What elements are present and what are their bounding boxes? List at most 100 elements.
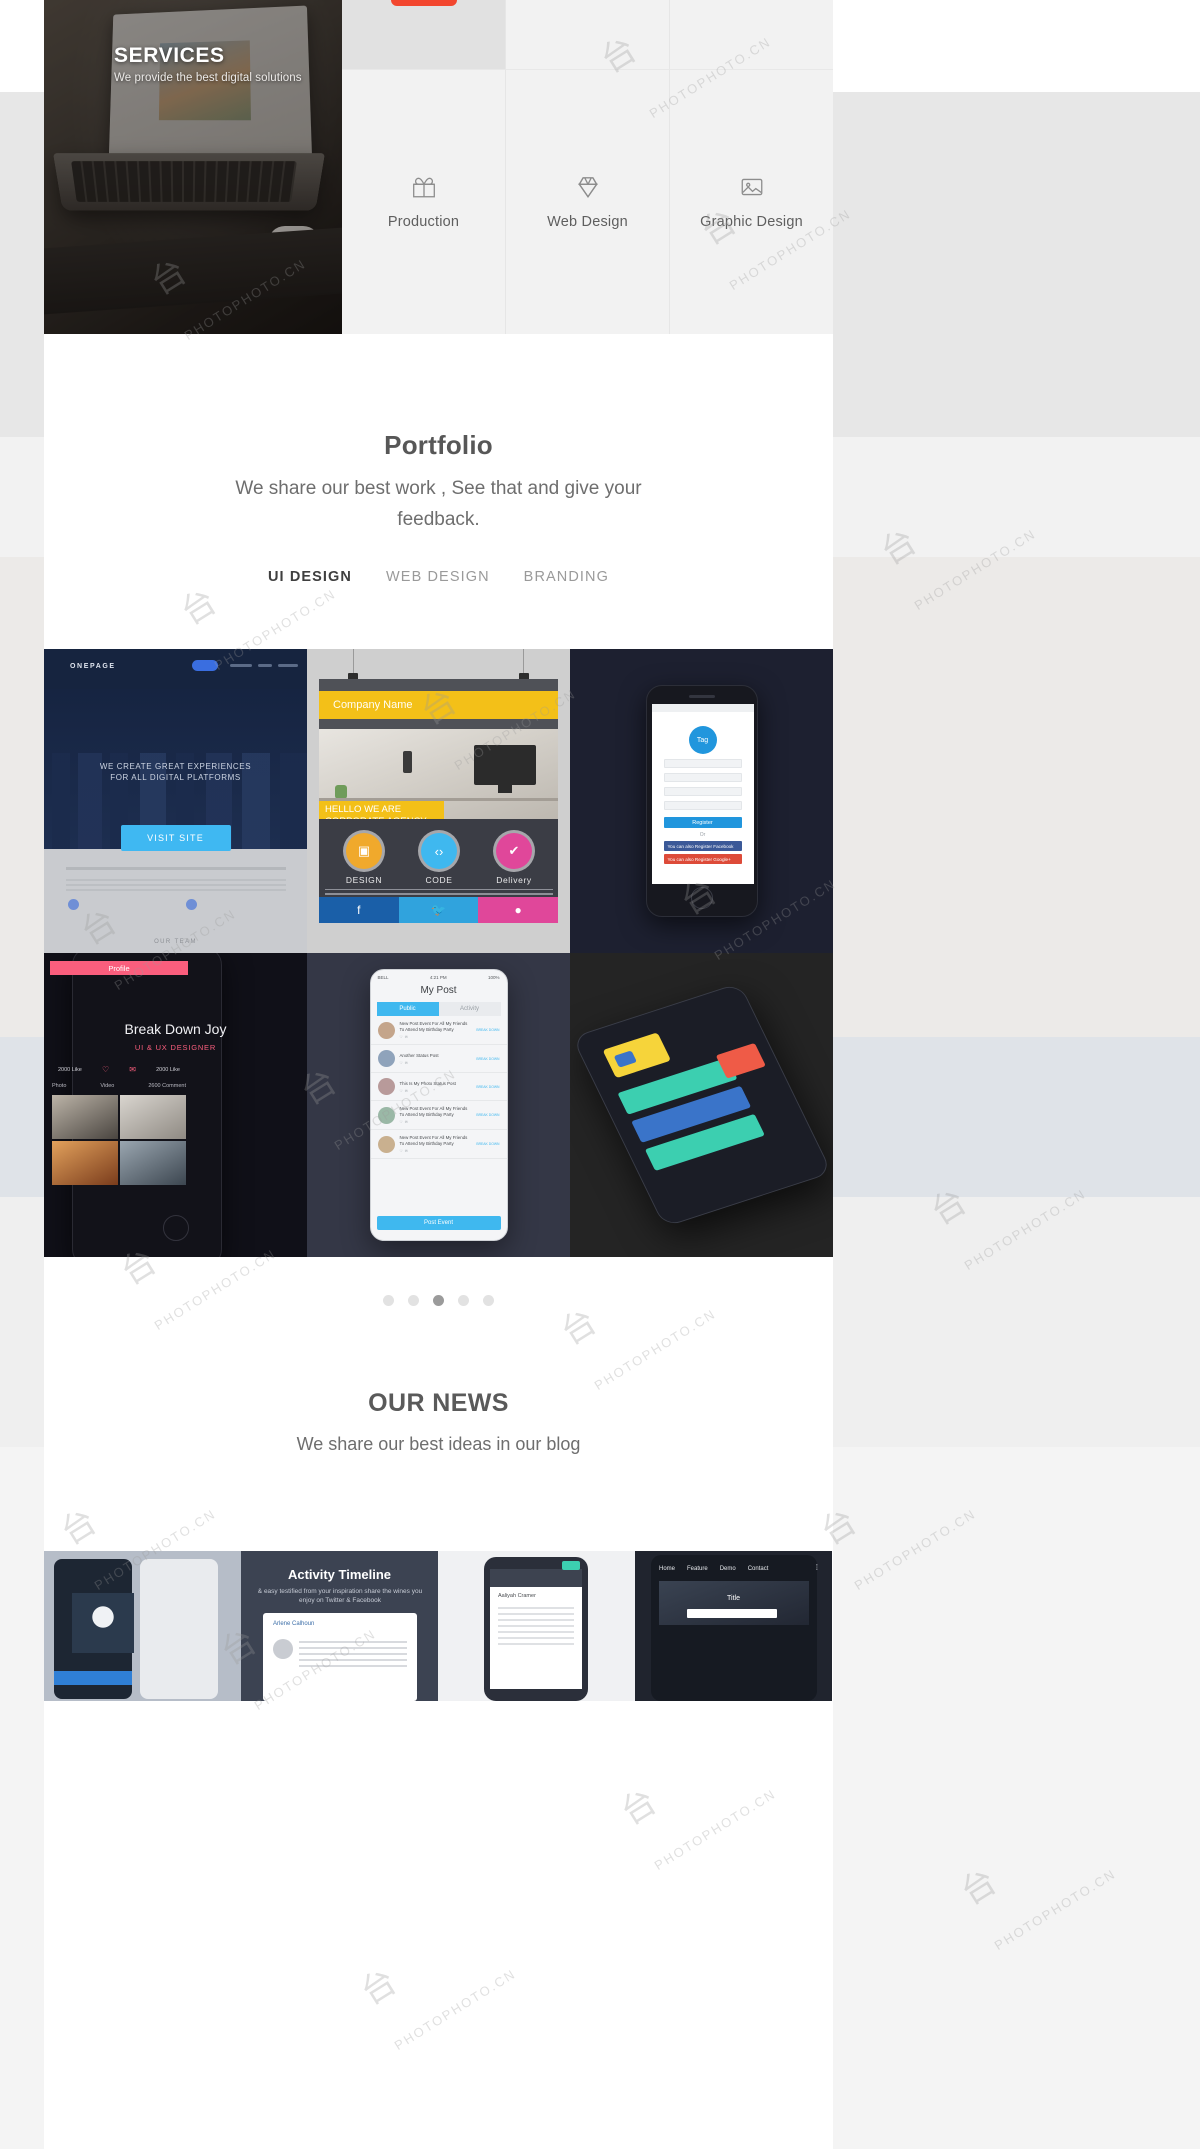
post-event-button[interactable]: Post Event bbox=[376, 1216, 501, 1230]
avatar bbox=[377, 1106, 395, 1124]
post-meta: ♡ ✉ bbox=[399, 1149, 408, 1153]
post-tag: BREAK DOWN bbox=[476, 1142, 500, 1146]
news-card-1[interactable] bbox=[44, 1551, 241, 1701]
news-card-2[interactable]: Activity Timeline & easy testified from … bbox=[241, 1551, 438, 1701]
thumbnail[interactable] bbox=[52, 1095, 118, 1139]
tab-ui-design[interactable]: UI DESIGN bbox=[268, 569, 352, 585]
search-input[interactable] bbox=[687, 1609, 777, 1618]
mock-hero bbox=[659, 1581, 809, 1625]
home-button[interactable] bbox=[162, 1215, 189, 1241]
card-text bbox=[299, 1639, 407, 1667]
facebook-icon[interactable]: f bbox=[319, 897, 399, 923]
menu-demo[interactable]: Demo bbox=[720, 1566, 736, 1572]
register-button[interactable]: Register bbox=[663, 817, 742, 828]
list-item[interactable]: New Post Event For All My Friends To Att… bbox=[370, 1016, 507, 1045]
list-item[interactable]: Another Status Post ♡ ✉ BREAK DOWN bbox=[370, 1045, 507, 1073]
service-card-body: Graphic Design bbox=[670, 70, 833, 334]
mock-headline: WE CREATE GREAT EXPERIENCES FOR ALL DIGI… bbox=[44, 761, 307, 783]
list-item[interactable]: New Post Event For All My Friends To Att… bbox=[370, 1130, 507, 1159]
tab-web-design[interactable]: WEB DESIGN bbox=[386, 569, 490, 585]
hero-text-block: SERVICES We provide the best digital sol… bbox=[114, 44, 302, 84]
carousel-dot[interactable] bbox=[408, 1294, 419, 1306]
menu-contact[interactable]: Contact bbox=[748, 1566, 769, 1572]
tab-video[interactable]: Video bbox=[100, 1083, 114, 1089]
diamond-icon bbox=[575, 174, 601, 200]
page-title: SERVICES bbox=[114, 44, 225, 67]
mock-nav-link bbox=[278, 664, 298, 667]
portfolio-item-corporate-agency[interactable]: Company Name HELLLO WE ARE CORPORATE AGE… bbox=[307, 649, 570, 953]
app-title: My Post bbox=[420, 985, 457, 996]
phone-speaker bbox=[688, 695, 715, 698]
social-bar: f 🐦 ● bbox=[319, 897, 559, 923]
portfolio-item-my-post[interactable]: BELL 4:21 PM 100% My Post Public Activit… bbox=[307, 953, 570, 1257]
twitter-icon[interactable]: 🐦 bbox=[398, 897, 479, 923]
desk-lamp bbox=[403, 751, 412, 773]
service-card-graphic-design[interactable]: Graphic Design bbox=[670, 0, 833, 334]
thumbnail[interactable] bbox=[120, 1141, 186, 1185]
service-label: Production bbox=[387, 214, 460, 230]
page-root: SERVICES We provide the best digital sol… bbox=[0, 0, 1200, 2149]
portfolio-filter-tabs: UI DESIGN WEB DESIGN BRANDING bbox=[268, 569, 609, 585]
retype-password-field[interactable] bbox=[663, 801, 742, 810]
service-label: Graphic Design bbox=[700, 214, 803, 230]
portfolio-item-onepage[interactable]: ONEPAGE WE CREATE GREAT EXPERIENCES FOR … bbox=[44, 649, 307, 953]
post-tag: BREAK DOWN bbox=[476, 1084, 500, 1089]
facebook-register-button[interactable]: You can also Register Facebook bbox=[663, 841, 742, 851]
email-field[interactable] bbox=[663, 773, 742, 782]
author-name: Aaliyah Cramer bbox=[498, 1593, 536, 1599]
carousel-dots bbox=[44, 1257, 833, 1343]
services-hero-image: SERVICES We provide the best digital sol… bbox=[44, 0, 342, 334]
carousel-dot-active[interactable] bbox=[433, 1294, 444, 1306]
headline-line-2: FOR ALL DIGITAL PLATFORMS bbox=[110, 773, 241, 782]
mock-bullet bbox=[68, 899, 79, 910]
portfolio-item-tag-app[interactable]: Tag Register Or You can also Register Fa… bbox=[570, 649, 833, 953]
service-card-web-design[interactable]: Web Design bbox=[506, 0, 670, 334]
post-text: New Post Event For All My Friends To Att… bbox=[399, 1021, 468, 1032]
password-field[interactable] bbox=[663, 787, 742, 796]
segment-public[interactable]: Public bbox=[376, 1002, 439, 1016]
thumbnail[interactable] bbox=[120, 1095, 186, 1139]
carousel-dot[interactable] bbox=[483, 1294, 494, 1306]
feature-title: Delivery bbox=[496, 875, 532, 885]
service-card-top bbox=[342, 0, 506, 70]
mock-menu: Home Feature Demo Contact bbox=[659, 1563, 809, 1575]
portfolio-item-angled-phone[interactable] bbox=[570, 953, 833, 1257]
segment-activity[interactable]: Activity bbox=[438, 1002, 501, 1016]
profile-role: UI & UX DESIGNER bbox=[134, 1043, 217, 1052]
news-header: OUR NEWS We share our best ideas in our … bbox=[44, 1343, 833, 1551]
list-item[interactable]: New Post Event For All My Friends To Att… bbox=[370, 1101, 507, 1130]
mail-icon[interactable]: ✉ bbox=[129, 1065, 136, 1074]
tab-photo[interactable]: Photo bbox=[52, 1083, 66, 1089]
carousel-dot[interactable] bbox=[458, 1294, 469, 1306]
menu-home[interactable]: Home bbox=[659, 1566, 675, 1572]
google-register-button[interactable]: You can also Register Google+ bbox=[663, 854, 742, 864]
code-icon: ‹› bbox=[421, 833, 457, 869]
menu-feature[interactable]: Feature bbox=[687, 1566, 708, 1572]
tab-branding[interactable]: BRANDING bbox=[524, 569, 609, 585]
post-text: Another Status Post bbox=[399, 1052, 439, 1058]
post-text: New Post Event For All My Friends To Att… bbox=[399, 1135, 468, 1146]
phone-screen: Tag Register Or You can also Register Fa… bbox=[651, 704, 754, 884]
carousel-dot[interactable] bbox=[383, 1294, 394, 1306]
service-card-production[interactable]: Production bbox=[342, 0, 506, 334]
username-field[interactable] bbox=[663, 759, 742, 768]
author-name: Arlene Calhoun bbox=[273, 1621, 315, 1627]
phone-mockup: Aaliyah Cramer bbox=[484, 1557, 588, 1701]
visit-site-button[interactable]: VISIT SITE bbox=[120, 825, 231, 851]
thumbnail[interactable] bbox=[52, 1141, 118, 1185]
hamburger-icon[interactable]: ⁞ bbox=[816, 1563, 818, 1572]
heart-icon[interactable]: ♡ bbox=[102, 1065, 109, 1074]
news-card-3[interactable]: Aaliyah Cramer bbox=[438, 1551, 635, 1701]
news-card-4[interactable]: Home Feature Demo Contact ⁞ Title bbox=[635, 1551, 832, 1701]
profile-name: Break Down Joy bbox=[124, 1021, 227, 1037]
timeline-card: Arlene Calhoun bbox=[263, 1613, 417, 1701]
list-item[interactable]: This Is My Photo Status Post ♡ ✉ BREAK D… bbox=[370, 1073, 507, 1101]
phone-mockup: Tag Register Or You can also Register Fa… bbox=[645, 685, 758, 917]
portfolio-item-profile[interactable]: Profile Break Down Joy UI & UX DESIGNER … bbox=[44, 953, 307, 1257]
dribbble-icon[interactable]: ● bbox=[478, 897, 559, 923]
profile-thumbnails bbox=[52, 1095, 186, 1185]
tab-comment[interactable]: 2600 Comment bbox=[148, 1083, 186, 1089]
home-button[interactable] bbox=[690, 887, 713, 909]
mock-footer-label: OUR TEAM bbox=[154, 939, 197, 945]
red-accent-button[interactable] bbox=[390, 0, 457, 6]
